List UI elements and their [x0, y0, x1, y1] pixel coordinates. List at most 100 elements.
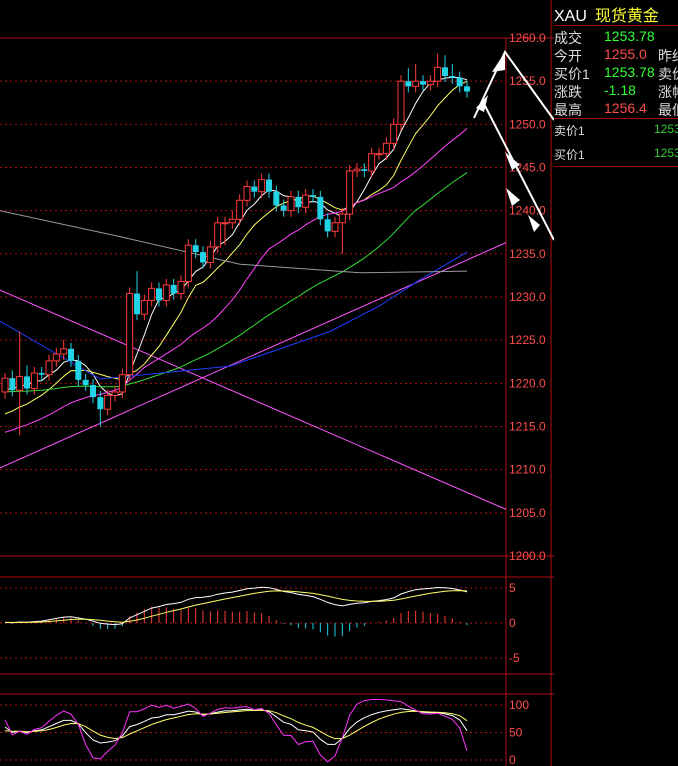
candle-body-up — [140, 299, 148, 315]
quote-label-secondary: 最低 — [658, 102, 678, 118]
quote-row: 涨跌 -1.18 涨幅 — [554, 82, 678, 100]
candle-body-down — [405, 81, 412, 87]
kdj-tick-label: 50 — [509, 726, 523, 740]
candle-body-up — [302, 194, 310, 208]
quote-value: 1253.78 — [604, 28, 655, 44]
price-tick-label: 1210.0 — [509, 463, 546, 477]
candle-body-up — [52, 353, 60, 362]
kdj-tick-label: 100 — [509, 698, 529, 712]
candle-body-up — [243, 185, 251, 201]
symbol: XAU — [554, 8, 587, 25]
candle-body-up — [214, 222, 222, 248]
quote-value: 1253.78 — [604, 64, 655, 80]
price-tick-label: 1225.0 — [509, 333, 546, 347]
candle-body-up — [30, 372, 38, 390]
candle-body-down — [68, 348, 74, 361]
quote-label-secondary: 涨幅 — [658, 84, 678, 100]
candle-body-down — [456, 77, 463, 87]
candle-body-up — [426, 80, 434, 86]
candle-body-down — [97, 397, 104, 410]
candle-body-down — [9, 378, 16, 391]
candle-body-down — [280, 205, 287, 211]
candle-body-up — [346, 170, 354, 215]
quote-label: 买价1 — [554, 66, 590, 82]
candle-body-up — [338, 213, 346, 224]
candle-body-down — [266, 179, 272, 192]
candle-body-up — [412, 80, 420, 87]
candle-body-up — [287, 196, 295, 212]
quote-value: -1.18 — [604, 82, 636, 98]
candle-body-down — [442, 67, 448, 76]
candle-body-down — [324, 219, 331, 232]
quote-row: 成交 1253.78 — [554, 28, 678, 46]
candle-body-down — [24, 376, 30, 389]
candle-body-up — [258, 179, 266, 193]
candle-body-up — [184, 244, 192, 282]
quote-label-secondary: 昨结 — [658, 48, 678, 64]
quote-panel: XAU现货黄金 成交1253.78今开1255.0昨结买价11253.78卖价涨… — [554, 0, 678, 766]
candle-body-up — [375, 153, 383, 156]
candle-body-up — [16, 375, 24, 391]
orderbook-value: 1253 — [654, 146, 678, 160]
price-tick-label: 1255.0 — [509, 74, 546, 88]
candle-body-up — [390, 123, 398, 144]
candle-body-up — [228, 218, 236, 224]
candle-body-down — [420, 81, 426, 85]
candle-body-down — [310, 195, 316, 197]
candle-body-up — [111, 391, 119, 396]
header-divider — [554, 25, 678, 26]
quote-label: 最高 — [554, 102, 582, 118]
candle-body-up — [434, 66, 442, 82]
quote-divider — [554, 118, 678, 119]
candle-body-up — [331, 222, 339, 232]
candle-body-up — [206, 246, 214, 263]
candle-body-up — [221, 222, 229, 225]
quote-row: 今开 1255.0 昨结 — [554, 46, 678, 64]
price-tick-label: 1235.0 — [509, 247, 546, 261]
candle-body-down — [134, 293, 140, 315]
orderbook-label: 卖价1 — [554, 124, 585, 138]
candle-body-down — [170, 284, 177, 294]
candle-body-up — [382, 142, 390, 155]
candle-body-up — [148, 287, 156, 301]
candle-body-down — [449, 75, 456, 78]
candle-body-down — [82, 379, 89, 386]
price-tick-label: 1205.0 — [509, 506, 546, 520]
orderbook-value: 1253 — [654, 122, 678, 136]
candle-body-up — [118, 374, 126, 393]
price-tick-label: 1230.0 — [509, 290, 546, 304]
quote-value: 1256.4 — [604, 100, 647, 116]
candle-body-up — [368, 153, 376, 172]
quote-row: 买价1 1253.78卖价 — [554, 64, 678, 82]
quote-row: 最高 1256.4 最低 — [554, 100, 678, 118]
price-tick-label: 1260.0 — [509, 31, 546, 45]
candle-body-up — [162, 284, 170, 301]
candle-body-up — [1, 377, 9, 393]
candle-body-up — [353, 168, 361, 172]
candle-body-down — [75, 360, 82, 380]
price-chart[interactable]: 1260.01255.01250.01245.01240.01235.01230… — [0, 0, 554, 766]
quote-label: 今开 — [554, 48, 582, 64]
instrument-name: 现货黄金 — [594, 8, 659, 25]
quote-label-secondary: 卖价 — [658, 66, 678, 82]
candle-body-down — [192, 245, 199, 253]
price-tick-label: 1215.0 — [509, 420, 546, 434]
kdj-tick-label: 0 — [509, 753, 516, 766]
candle-body-up — [104, 394, 112, 410]
quote-label: 涨跌 — [554, 84, 582, 100]
candle-body-down — [361, 169, 368, 171]
candle-body-down — [317, 196, 324, 220]
quote-header: XAU 现货黄金 — [554, 2, 678, 25]
macd-tick-label: -5 — [509, 651, 520, 665]
quote-label: 成交 — [554, 30, 582, 46]
orderbook-divider — [554, 166, 678, 167]
price-tick-label: 1200.0 — [509, 549, 546, 563]
quote-value: 1255.0 — [604, 46, 647, 62]
orderbook-row: 买价1 1253 — [554, 146, 678, 164]
candle-body-up — [126, 293, 134, 376]
price-tick-label: 1220.0 — [509, 376, 546, 390]
candle-body-down — [464, 86, 470, 92]
candle-body-up — [236, 199, 244, 220]
macd-tick-label: 5 — [509, 581, 516, 595]
candle-body-down — [273, 191, 280, 206]
